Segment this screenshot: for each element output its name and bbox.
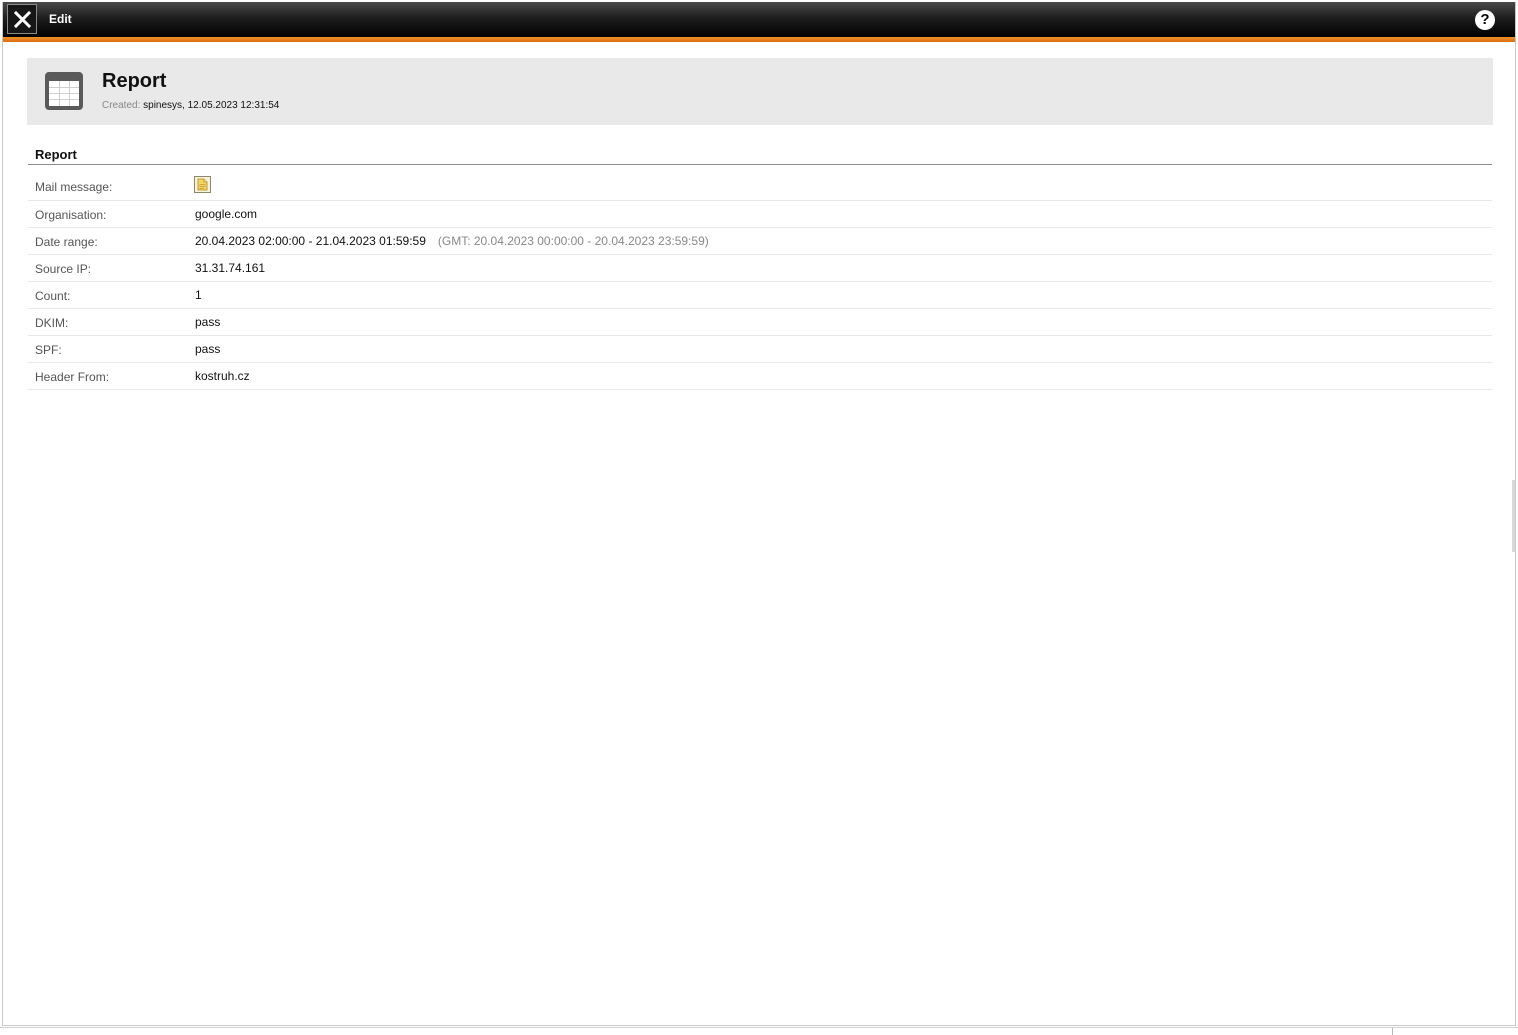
document-icon[interactable] <box>194 176 211 193</box>
table-icon <box>45 72 83 110</box>
field-row-dkim: DKIM: pass <box>28 309 1492 336</box>
titlebar: Edit ? <box>3 2 1515 37</box>
field-label: SPF: <box>35 343 62 357</box>
created-info: Created: spinesys, 12.05.2023 12:31:54 <box>102 100 279 111</box>
field-row-source-ip: Source IP: 31.31.74.161 <box>28 255 1492 282</box>
created-value: spinesys, 12.05.2023 12:31:54 <box>143 100 280 111</box>
bottom-tick <box>1392 1028 1393 1035</box>
page-title: Report <box>102 70 167 92</box>
field-label: Date range: <box>35 235 98 249</box>
section-divider <box>28 164 1492 165</box>
dialog-window: Edit ? Report Created: spinesys, 12.05.2… <box>2 2 1516 1026</box>
field-row-header-from: Header From: kostruh.cz <box>28 363 1492 390</box>
window-title: Edit <box>49 12 72 26</box>
field-value: google.com <box>195 207 258 221</box>
field-row-spf: SPF: pass <box>28 336 1492 363</box>
close-button[interactable] <box>7 4 37 34</box>
help-icon: ? <box>1480 11 1490 28</box>
field-label: Mail message: <box>35 180 113 194</box>
field-row-date-range: Date range: 20.04.2023 02:00:00 - 21.04.… <box>28 228 1492 255</box>
field-label: Header From: <box>35 370 110 384</box>
resize-handle[interactable] <box>1512 480 1515 552</box>
field-value: pass <box>195 315 221 329</box>
section-title: Report <box>35 147 77 162</box>
field-value: 20.04.2023 02:00:00 - 21.04.2023 01:59:5… <box>195 234 709 248</box>
field-list: Mail message: Organisation: google.com D… <box>28 173 1492 390</box>
bottom-divider <box>0 1027 1518 1028</box>
field-label: Count: <box>35 289 71 303</box>
field-label: Organisation: <box>35 208 107 222</box>
date-range-gmt: (GMT: 20.04.2023 00:00:00 - 20.04.2023 2… <box>437 234 709 248</box>
field-value: 31.31.74.161 <box>195 261 266 275</box>
field-label: Source IP: <box>35 262 92 276</box>
field-value: kostruh.cz <box>195 369 250 383</box>
field-row-mail-message: Mail message: <box>28 173 1492 201</box>
close-icon <box>14 11 31 28</box>
created-label: Created: <box>102 100 141 111</box>
field-label: DKIM: <box>35 316 69 330</box>
record-header: Report Created: spinesys, 12.05.2023 12:… <box>27 58 1493 125</box>
field-value: 1 <box>195 288 202 302</box>
field-row-organisation: Organisation: google.com <box>28 201 1492 228</box>
accent-bar <box>3 37 1515 42</box>
field-value: pass <box>195 342 221 356</box>
field-row-count: Count: 1 <box>28 282 1492 309</box>
date-range-local: 20.04.2023 02:00:00 - 21.04.2023 01:59:5… <box>195 234 426 248</box>
help-button[interactable]: ? <box>1475 10 1495 30</box>
